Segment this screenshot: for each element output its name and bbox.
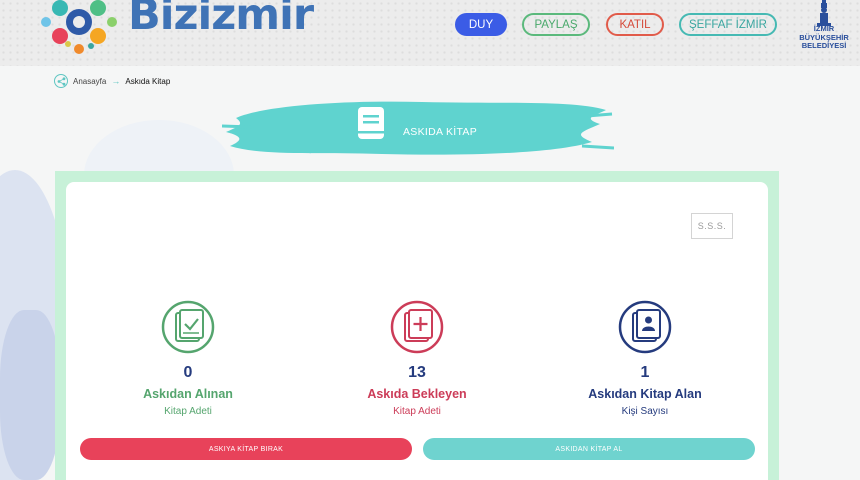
ibb-logo-line-3: BELEDİYESİ <box>801 41 847 50</box>
stat-sublabel: Kişi Sayısı <box>621 406 669 417</box>
nav-katil-button[interactable]: KATIL <box>606 13 664 36</box>
stat-book-receivers: 1 Askıdan Kitap Alan Kişi Sayısı <box>535 300 755 418</box>
stat-sublabel: Kitap Adeti <box>164 406 212 417</box>
stat-label: Askıdan Kitap Alan <box>588 387 702 401</box>
book-icon <box>358 107 384 139</box>
book-check-icon <box>161 300 215 354</box>
stat-value: 13 <box>408 364 426 381</box>
breadcrumb-current: Askıda Kitap <box>125 76 171 86</box>
take-book-button[interactable]: ASKIDAN KİTAP AL <box>423 438 755 460</box>
breadcrumb: Anasayfa → Askıda Kitap <box>54 73 170 89</box>
book-plus-icon <box>390 300 444 354</box>
breadcrumb-home-link[interactable]: Anasayfa <box>73 77 106 86</box>
nav-paylas-button[interactable]: PAYLAŞ <box>522 13 590 36</box>
stat-taken-books: 0 Askıdan Alınan Kitap Adeti <box>78 300 298 418</box>
site-header: Bizizmir DUY PAYLAŞ KATIL ŞEFFAF İZMİR İ… <box>0 0 860 66</box>
bizizmir-logo-text[interactable]: Bizizmir <box>128 0 314 40</box>
leave-book-button[interactable]: ASKIYA KİTAP BIRAK <box>80 438 412 460</box>
faq-button[interactable]: S.S.S. <box>691 213 733 239</box>
stat-sublabel: Kitap Adeti <box>393 406 441 417</box>
background-decoration <box>0 310 60 480</box>
nav-duy-button[interactable]: DUY <box>455 13 507 36</box>
stat-value: 1 <box>640 364 650 381</box>
stat-label: Askıda Bekleyen <box>367 387 467 401</box>
book-person-icon <box>618 300 672 354</box>
nav-seffaf-izmir-button[interactable]: ŞEFFAF İZMİR <box>679 13 777 36</box>
stat-waiting-books: 13 Askıda Bekleyen Kitap Adeti <box>307 300 527 418</box>
share-icon[interactable] <box>54 74 68 88</box>
bizizmir-logo-icon[interactable] <box>36 0 122 58</box>
arrow-right-icon: → <box>111 76 121 86</box>
page-title: ASKIDA KİTAP <box>403 126 478 138</box>
clock-tower-icon <box>817 0 831 26</box>
izmir-municipality-logo[interactable]: İZMİR BÜYÜKŞEHİR BELEDİYESİ <box>796 0 852 62</box>
stat-label: Askıdan Alınan <box>143 387 233 401</box>
stat-value: 0 <box>183 364 193 381</box>
